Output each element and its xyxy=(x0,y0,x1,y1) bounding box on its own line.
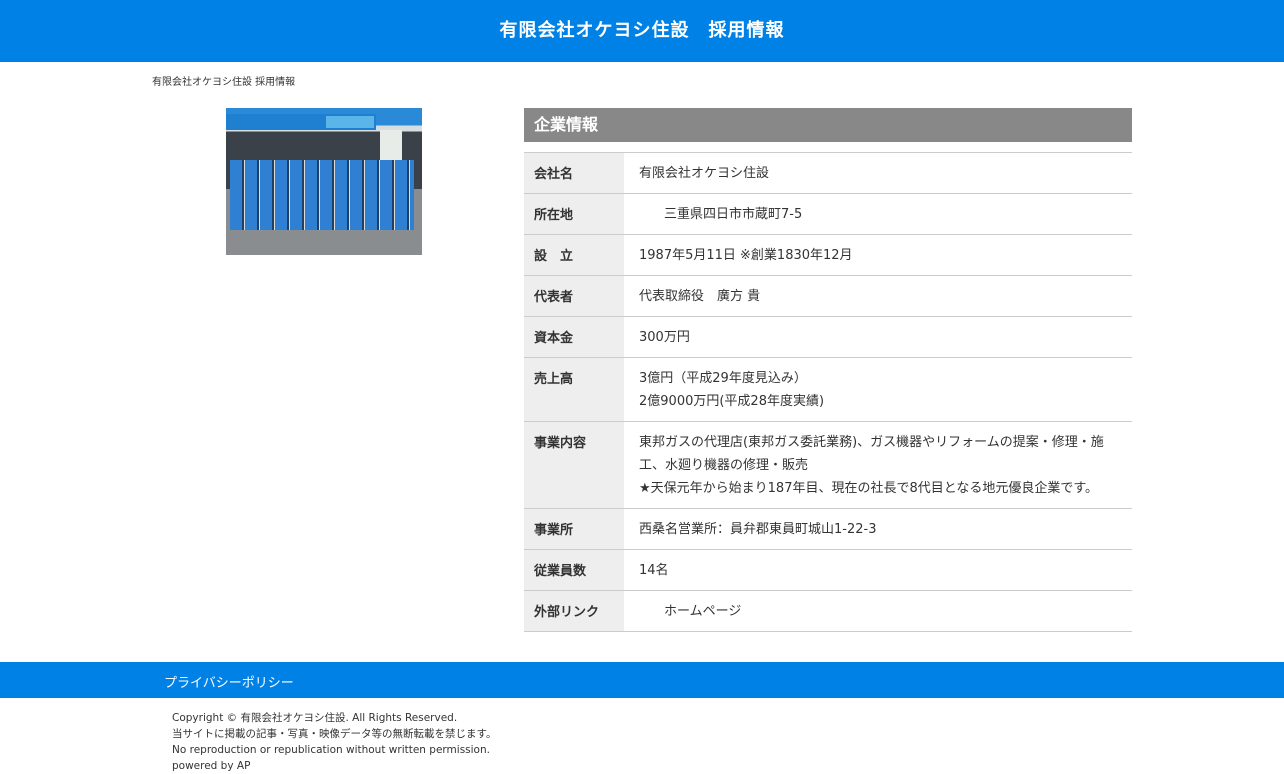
table-row: 従業員数 14名 xyxy=(524,549,1132,591)
footer-nav: プライバシーポリシー xyxy=(0,662,1284,698)
copyright-text: Copyright © 有限会社オケヨシ住設. All Rights Reser… xyxy=(172,712,458,724)
row-value: 1987年5月11日 ※創業1830年12月 xyxy=(639,248,853,263)
row-label: 従業員数 xyxy=(524,549,624,591)
row-label: 代表者 xyxy=(524,275,624,317)
row-value: ホームページ xyxy=(624,591,1132,632)
section-title: 企業情報 xyxy=(524,108,1132,142)
row-label: 事業所 xyxy=(524,508,624,550)
row-label: 会社名 xyxy=(524,152,624,194)
row-line: 3億円（平成29年度見込み） xyxy=(639,371,807,386)
table-row: 売上高 3億円（平成29年度見込み） 2億9000万円(平成28年度実績) xyxy=(524,357,1132,422)
page-title: 有限会社オケヨシ住設 採用情報 xyxy=(499,20,785,41)
table-row: 設 立 1987年5月11日 ※創業1830年12月 xyxy=(524,234,1132,276)
row-value: 東邦ガスの代理店(東邦ガス委託業務)、ガス機器やリフォームの提案・修理・施工、水… xyxy=(624,422,1132,509)
company-info-table: 会社名 有限会社オケヨシ住設 所在地 三重県四日市市蔵町7-5 設 立 1987年5月… xyxy=(524,152,1132,632)
homepage-link[interactable]: ホームページ xyxy=(664,604,741,619)
row-line: 2億9000万円(平成28年度実績) xyxy=(639,394,825,409)
table-row: 資本金 300万円 xyxy=(524,316,1132,358)
row-label: 資本金 xyxy=(524,316,624,358)
row-label: 事業内容 xyxy=(524,421,624,509)
table-row: 事業内容 東邦ガスの代理店(東邦ガス委託業務)、ガス機器やリフォームの提案・修理・… xyxy=(524,421,1132,509)
company-info-section: 企業情報 会社名 有限会社オケヨシ住設 所在地 三重県四日市市蔵町7-5 設 立 19… xyxy=(524,108,1132,632)
page-header: 有限会社オケヨシ住設 採用情報 xyxy=(0,0,1284,62)
notice-en: No reproduction or republication without… xyxy=(172,744,490,756)
footer-copyright: Copyright © 有限会社オケヨシ住設. All Rights Reser… xyxy=(172,710,496,774)
row-label: 外部リンク xyxy=(524,590,624,632)
row-value: 三重県四日市市蔵町7-5 xyxy=(664,207,803,222)
table-row: 事業所 西桑名営業所：員弁郡東員町城山1-22-3 xyxy=(524,508,1132,550)
table-row: 所在地 三重県四日市市蔵町7-5 xyxy=(524,193,1132,235)
table-row: 外部リンク ホームページ xyxy=(524,590,1132,632)
notice-ja: 当サイトに掲載の記事・写真・映像データ等の無断転載を禁じます。 xyxy=(172,728,497,740)
company-staff-photo xyxy=(226,108,422,255)
row-label: 売上高 xyxy=(524,357,624,422)
row-line: 東邦ガスの代理店(東邦ガス委託業務)、ガス機器やリフォームの提案・修理・施工、水… xyxy=(639,435,1104,473)
row-label: 所在地 xyxy=(524,193,624,235)
row-value: 14名 xyxy=(639,563,669,578)
row-value: 300万円 xyxy=(639,330,690,345)
row-line: ★天保元年から始まり187年目、現在の社長で8代目となる地元優良企業です。 xyxy=(639,481,1099,496)
breadcrumb[interactable]: 有限会社オケヨシ住設 採用情報 xyxy=(152,73,295,88)
table-row: 代表者 代表取締役 廣方 貴 xyxy=(524,275,1132,317)
row-label: 設 立 xyxy=(524,234,624,276)
row-value: 代表取締役 廣方 貴 xyxy=(639,289,761,304)
row-value: 有限会社オケヨシ住設 xyxy=(639,166,770,181)
row-value: 西桑名営業所：員弁郡東員町城山1-22-3 xyxy=(639,522,877,537)
table-row: 会社名 有限会社オケヨシ住設 xyxy=(524,152,1132,194)
privacy-policy-link[interactable]: プライバシーポリシー xyxy=(164,672,294,691)
row-value: 3億円（平成29年度見込み） 2億9000万円(平成28年度実績) xyxy=(624,358,1132,422)
